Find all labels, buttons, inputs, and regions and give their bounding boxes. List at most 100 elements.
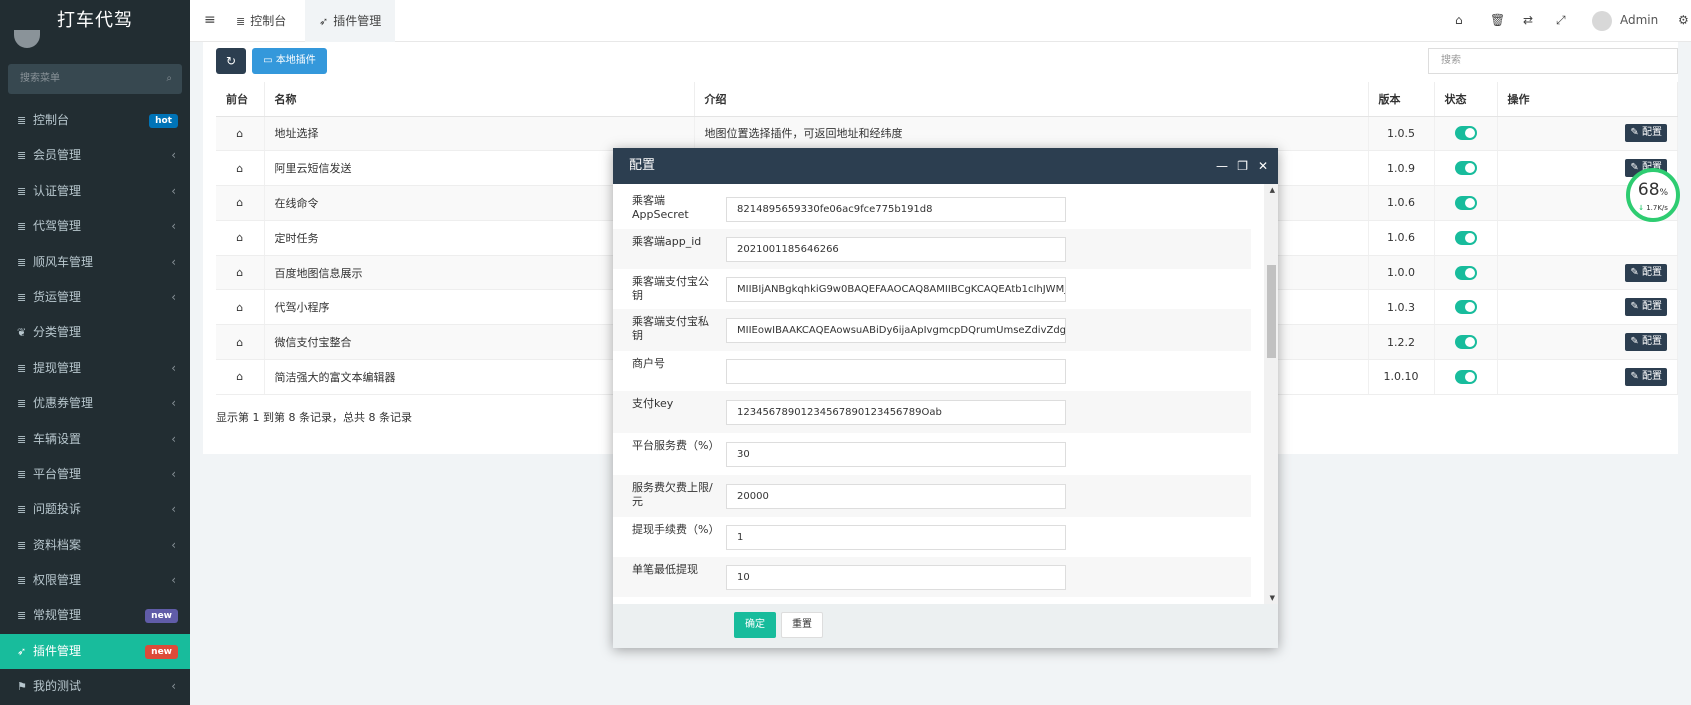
home-icon[interactable]: ⌂ [236,370,243,383]
sidebar-item[interactable]: ≣ 优惠券管理 ‹ [0,386,190,421]
field-input[interactable]: 8214895659330fe06ac9fce775b191d8 [726,196,1066,222]
sidebar-item[interactable]: ≣ 认证管理 ‹ [0,174,190,209]
sidebar-toggle-icon[interactable]: ≡ [204,12,216,28]
config-button[interactable]: ✎ 配置 [1625,333,1667,352]
home-icon[interactable]: ⌂ [236,266,243,279]
field-input[interactable] [726,359,1066,384]
status-cell [1434,150,1498,187]
list-icon: ≣ [17,220,27,234]
field-label: 平台服务费（%） [632,439,720,452]
field-input[interactable]: 12345678901234567890123456789Oab [726,400,1066,425]
config-button[interactable]: ✎ 配置 [1625,298,1667,317]
local-plugins-button[interactable]: ▭ 本地插件 [252,48,327,74]
dialog-scrollbar[interactable]: ▲ ▼ [1264,184,1278,604]
refresh-button[interactable]: ↻ [216,48,246,74]
sidebar-item[interactable]: ≣ 顺风车管理 ‹ [0,245,190,280]
header-version[interactable]: 版本 [1368,82,1435,117]
status-toggle[interactable] [1454,265,1477,280]
sidebar-item[interactable]: ➶ 插件管理 new [0,633,190,670]
sidebar-item[interactable]: ❦ 分类管理 [0,315,190,350]
maximize-icon[interactable]: ❐ [1237,148,1248,184]
scroll-down-icon[interactable]: ▼ [1270,594,1275,602]
tab-dashboard[interactable]: ≣ 控制台 [222,0,300,42]
sidebar-item[interactable]: ≣ 平台管理 ‹ [0,457,190,492]
status-toggle[interactable] [1454,126,1477,141]
status-toggle[interactable] [1454,195,1477,210]
sidebar-item-label: 插件管理 [33,643,82,658]
config-label: 配置 [1642,127,1662,139]
form-row: 乘客端AppSecret 8214895659330fe06ac9fce775b1… [613,188,1251,229]
sidebar-item[interactable]: ≣ 常规管理 new [0,598,190,633]
edit-icon: ✎ [1630,336,1639,348]
field-label: 提现手续费（%） [632,523,720,536]
sidebar-item[interactable]: ≣ 资料档案 ‹ [0,528,190,563]
fullscreen-icon[interactable]: ⤢ [1556,13,1566,28]
sidebar-item[interactable]: ≣ 权限管理 ‹ [0,563,190,598]
actions-cell: ✎ 配置 [1497,116,1678,152]
admin-name[interactable]: Admin [1620,13,1658,27]
config-button[interactable]: ✎ 配置 [1625,367,1667,386]
status-cell [1434,116,1498,152]
chevron-left-icon: ‹ [171,254,176,269]
pagination-info: 显示第 1 到第 8 条记录，总共 8 条记录 [216,411,412,424]
front-cell: ⌂ [216,150,265,187]
chevron-left-icon: ‹ [171,466,176,481]
field-input[interactable]: 1 [726,525,1066,550]
config-button[interactable]: ✎ 配置 [1625,263,1667,282]
field-input[interactable]: MIIEowIBAAKCAQEAowsuABiDy6ijaApIvgmcpDQr… [726,318,1066,343]
sidebar-item[interactable]: ≣ 车辆设置 ‹ [0,422,190,457]
settings-icon[interactable]: ⚙ [1678,13,1689,27]
gauge-unit: % [1659,188,1669,198]
sidebar-item[interactable]: ≣ 会员管理 ‹ [0,138,190,173]
home-icon[interactable]: ⌂ [236,336,243,349]
sidebar-item-label: 车辆设置 [33,431,82,446]
field-input[interactable]: 20000 [726,484,1066,509]
config-button[interactable]: ✎ 配置 [1625,124,1667,143]
sidebar-item-label: 顺风车管理 [33,254,94,269]
trash-icon[interactable]: 🗑 [1490,13,1505,27]
translate-icon[interactable]: ⇄ [1523,13,1533,27]
home-icon[interactable]: ⌂ [236,301,243,314]
field-input[interactable]: MIIBIjANBgkqhkiG9w0BAQEFAAOCAQ8AMIIBCgKC… [726,277,1066,302]
version-cell: 1.0.6 [1368,220,1435,256]
sidebar-item[interactable]: ⚑ 我的测试 ‹ [0,669,190,704]
status-cell [1434,255,1498,291]
confirm-button[interactable]: 确定 [734,612,776,638]
home-icon[interactable]: ⌂ [236,196,243,209]
status-toggle[interactable] [1454,369,1477,384]
status-toggle[interactable] [1454,335,1477,350]
edit-icon: ✎ [1630,370,1639,382]
field-input[interactable]: 30 [726,442,1066,467]
sidebar-item[interactable]: ≣ 代驾管理 ‹ [0,209,190,244]
table-search-input[interactable]: 搜索 [1428,48,1678,74]
tab-plugin-management[interactable]: ➶ 插件管理 [305,0,396,42]
reset-button[interactable]: 重置 [781,612,823,638]
scroll-up-icon[interactable]: ▲ [1270,186,1275,194]
close-icon[interactable]: ✕ [1258,148,1268,184]
status-toggle[interactable] [1454,300,1477,315]
header-name[interactable]: 名称 [264,82,695,117]
menu-search-input[interactable]: 搜索菜单 ⌕ [8,64,182,94]
sidebar-item[interactable]: ≣ 提现管理 ‹ [0,351,190,386]
version-cell: 1.0.0 [1368,255,1435,291]
status-toggle[interactable] [1454,230,1477,245]
sidebar-item[interactable]: ≣ 货运管理 ‹ [0,280,190,315]
scroll-thumb[interactable] [1267,265,1276,358]
front-cell: ⌂ [216,324,265,361]
field-input[interactable]: 10 [726,565,1066,590]
home-icon[interactable]: ⌂ [236,162,243,175]
actions-cell [1497,220,1678,256]
field-input[interactable]: 2021001185646266 [726,237,1066,262]
sidebar-item[interactable]: ≣ 控制台 hot [0,103,190,138]
header-intro[interactable]: 介绍 [694,82,1369,117]
header-front[interactable]: 前台 [216,82,265,117]
status-toggle[interactable] [1454,161,1477,176]
minimize-icon[interactable]: — [1216,148,1228,184]
home-icon[interactable]: ⌂ [1455,13,1463,27]
header-status[interactable]: 状态 [1434,82,1498,117]
home-icon[interactable]: ⌂ [236,127,243,140]
admin-avatar[interactable] [1592,11,1612,31]
sidebar-item[interactable]: ≣ 问题投诉 ‹ [0,492,190,527]
name-cell: 地址选择 [264,116,695,152]
home-icon[interactable]: ⌂ [236,231,243,244]
